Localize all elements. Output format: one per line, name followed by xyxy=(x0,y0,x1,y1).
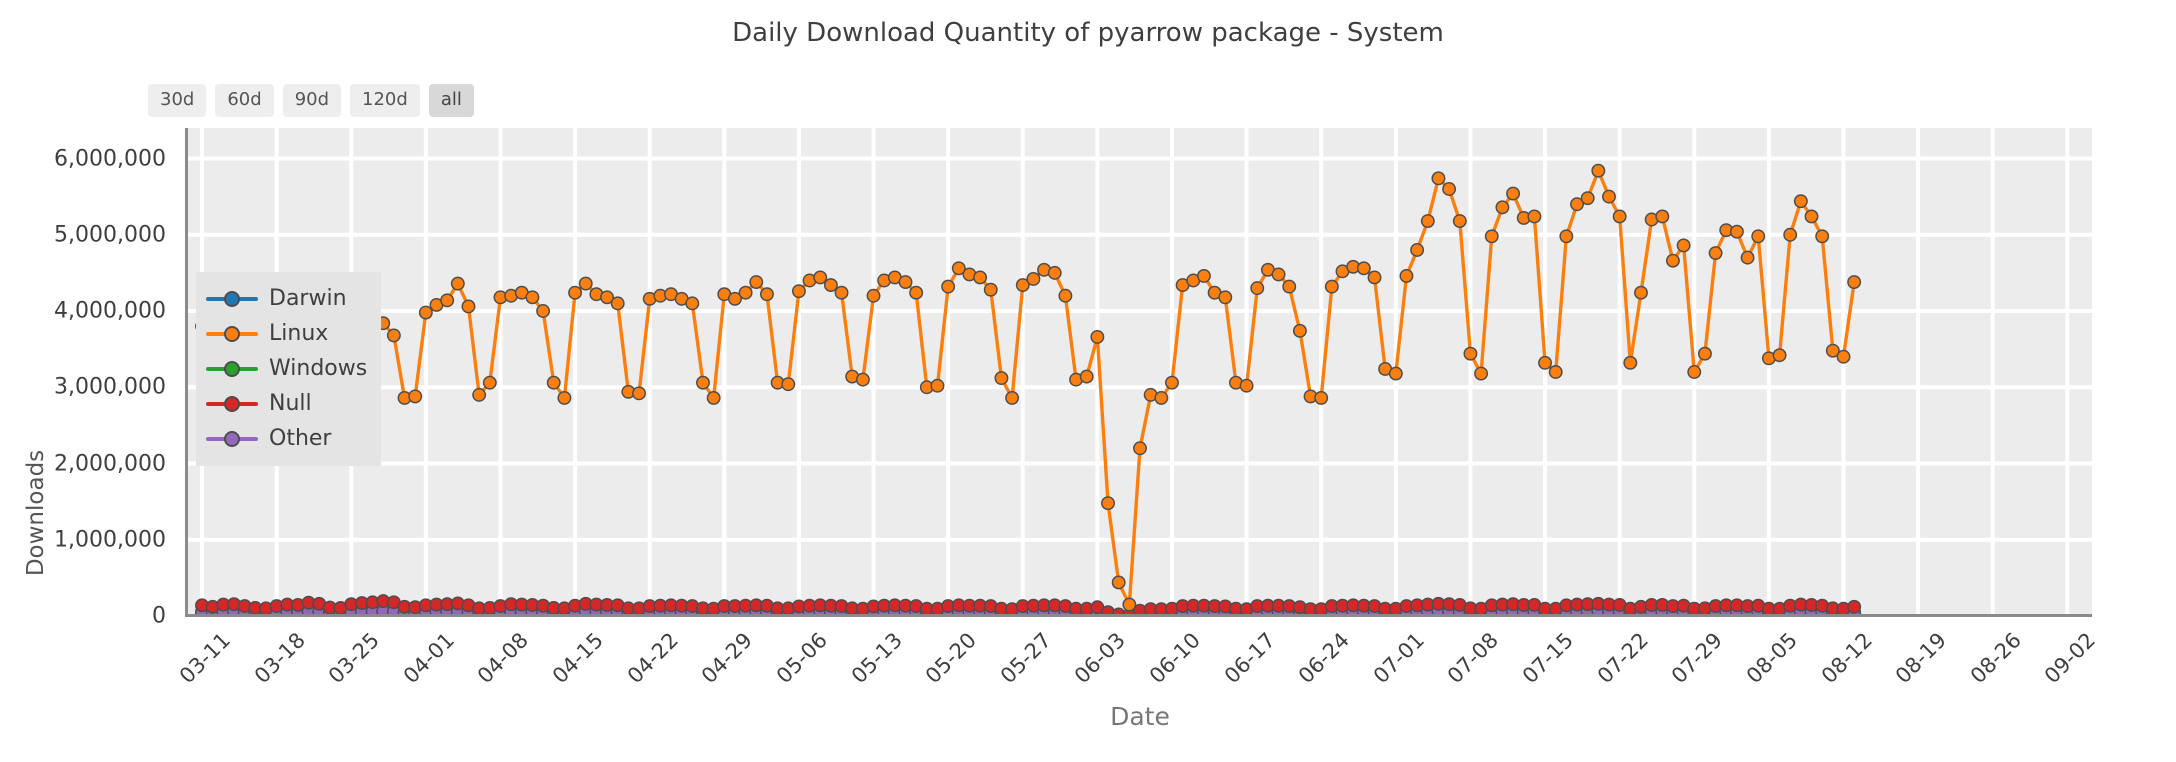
x-tick-label: 04-01 xyxy=(398,628,459,689)
legend-marker-icon xyxy=(206,359,258,379)
series-linux xyxy=(195,163,1862,612)
x-tick-label: 04-22 xyxy=(622,628,683,689)
chart-legend: Darwin Linux Windows Null Other xyxy=(196,272,382,466)
legend-item-windows[interactable]: Windows xyxy=(206,351,367,386)
legend-label: Null xyxy=(269,391,312,416)
y-tick-label: 6,000,000 xyxy=(54,146,166,171)
x-axis-tick-labels: 03-11 03-18 03-25 04-01 04-08 04-15 04-22 04-29… xyxy=(175,616,2100,706)
x-axis-title: Date xyxy=(1110,702,1170,731)
legend-marker-icon xyxy=(206,394,258,414)
legend-marker-icon xyxy=(206,429,258,449)
page-title: Daily Download Quantity of pyarrow packa… xyxy=(732,18,1444,48)
x-tick-label: 08-26 xyxy=(1965,628,2026,689)
x-tick-label: 08-19 xyxy=(1890,628,1952,689)
y-tick-label: 0 xyxy=(152,603,166,629)
range-button-90d[interactable]: 90d xyxy=(282,84,342,117)
y-axis-tick-labels: Downloads 0 1,000,000 2,000,000 3,000,000 4,… xyxy=(0,128,178,629)
x-tick-label: 03-11 xyxy=(174,628,235,689)
range-button-60d[interactable]: 60d xyxy=(215,84,274,117)
x-tick-label: 03-25 xyxy=(324,628,385,689)
legend-marker-icon xyxy=(206,324,258,344)
x-tick-label: 08-12 xyxy=(1816,628,1877,689)
legend-label: Linux xyxy=(269,321,329,346)
range-button-group: 30d 60d 90d 120d all xyxy=(148,84,474,117)
x-tick-label: 07-15 xyxy=(1517,628,1579,689)
x-tick-label: 06-03 xyxy=(1070,628,1131,689)
x-tick-label: 05-13 xyxy=(846,628,907,689)
range-button-120d[interactable]: 120d xyxy=(350,84,420,117)
legend-label: Darwin xyxy=(269,286,347,311)
x-tick-label: 05-20 xyxy=(920,628,982,689)
x-tick-label: 07-01 xyxy=(1368,628,1429,689)
legend-item-darwin[interactable]: Darwin xyxy=(206,281,367,316)
x-tick-label: 08-05 xyxy=(1741,628,1802,689)
x-tick-label: 07-29 xyxy=(1667,628,1728,689)
y-axis-spine xyxy=(185,128,188,617)
legend-item-other[interactable]: Other xyxy=(206,421,367,456)
legend-item-null[interactable]: Null xyxy=(206,386,367,421)
plot-area xyxy=(188,128,2092,616)
x-tick-label: 09-02 xyxy=(2040,628,2101,689)
legend-label: Other xyxy=(269,426,332,451)
series-lines xyxy=(195,163,1862,616)
y-tick-label: 5,000,000 xyxy=(54,222,166,248)
x-tick-label: 07-08 xyxy=(1443,628,1504,689)
y-tick-label: 2,000,000 xyxy=(54,451,166,476)
x-tick-label: 04-08 xyxy=(473,628,534,689)
legend-item-linux[interactable]: Linux xyxy=(206,316,367,351)
legend-marker-icon xyxy=(206,289,258,309)
chart-figure: Daily Download Quantity of pyarrow packa… xyxy=(0,0,2176,762)
x-tick-label: 06-10 xyxy=(1144,628,1205,689)
legend-label: Windows xyxy=(269,356,368,381)
x-tick-label: 07-22 xyxy=(1592,628,1653,689)
range-button-30d[interactable]: 30d xyxy=(148,84,207,117)
x-tick-label: 06-17 xyxy=(1219,628,1280,689)
y-tick-label: 3,000,000 xyxy=(54,374,166,400)
y-tick-label: 1,000,000 xyxy=(54,527,166,553)
range-button-all[interactable]: all xyxy=(428,84,474,117)
y-tick-label: 4,000,000 xyxy=(54,298,166,324)
x-tick-label: 05-06 xyxy=(771,628,832,689)
x-tick-label: 06-24 xyxy=(1294,628,1355,689)
x-tick-label: 04-29 xyxy=(697,628,758,689)
x-tick-label: 05-27 xyxy=(995,628,1056,689)
x-tick-label: 04-15 xyxy=(547,628,609,689)
y-axis-title: Downloads xyxy=(23,449,49,577)
x-tick-label: 03-18 xyxy=(249,628,310,689)
